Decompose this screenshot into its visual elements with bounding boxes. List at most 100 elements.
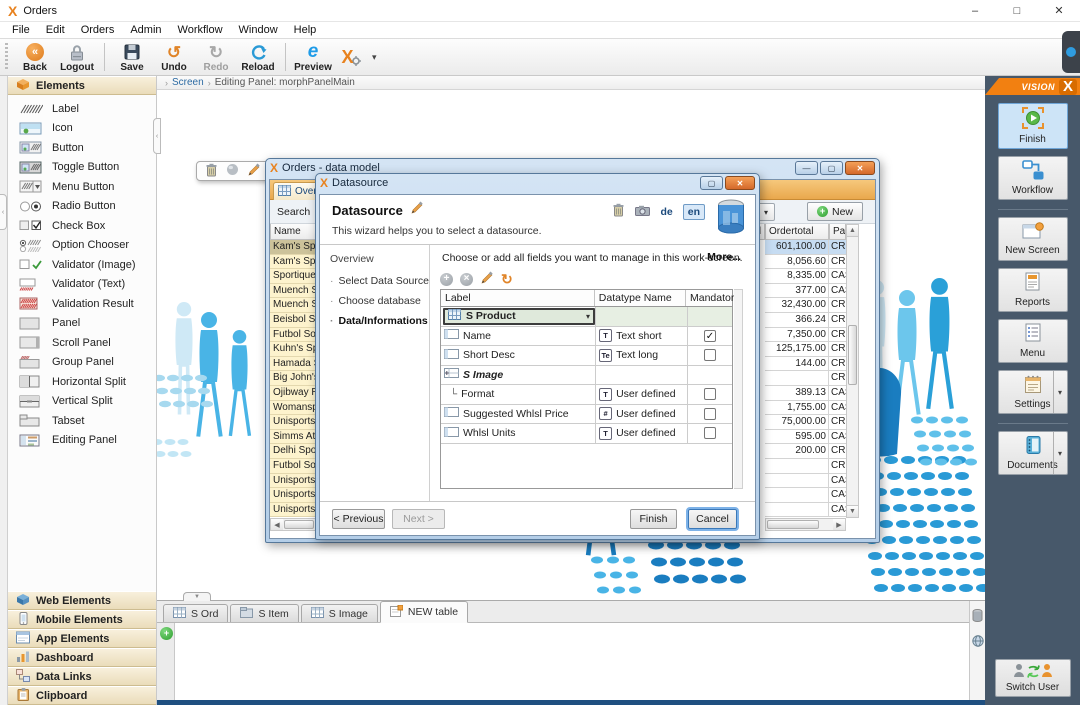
cancel-button[interactable]: Cancel bbox=[688, 509, 737, 529]
wizard-step-select-data-source[interactable]: ·Select Data Source bbox=[330, 275, 429, 287]
order-row[interactable]: 200.00 CRE bbox=[765, 444, 846, 459]
palette-item-scroll-panel[interactable]: Scroll Panel bbox=[8, 333, 156, 353]
lang-de-button[interactable]: de bbox=[660, 206, 672, 218]
minimize-button[interactable]: — bbox=[795, 161, 818, 175]
documents-button[interactable]: Documents ▾ bbox=[998, 431, 1068, 475]
palette-item-icon[interactable]: Icon bbox=[8, 119, 156, 139]
visionx-float-handle[interactable] bbox=[1062, 31, 1080, 73]
name-cell[interactable]: Unisports bbox=[270, 474, 319, 489]
section-web-elements[interactable]: Web Elements bbox=[8, 591, 156, 610]
close-button[interactable]: ✕ bbox=[1038, 0, 1080, 21]
visionx-menu-button[interactable]: X bbox=[334, 39, 368, 75]
palette-item-tabset[interactable]: Tabset bbox=[8, 411, 156, 431]
sphere-icon[interactable] bbox=[226, 163, 239, 179]
section-app-elements[interactable]: App Elements bbox=[8, 629, 156, 648]
scroll-down-icon[interactable]: ▼ bbox=[847, 505, 858, 517]
field-row[interactable]: Name TText short ✓ bbox=[441, 327, 732, 347]
name-cell[interactable]: Muench Sp bbox=[270, 298, 319, 313]
menu-workflow[interactable]: Workflow bbox=[170, 23, 231, 37]
tab-new-table[interactable]: NEW table bbox=[380, 601, 468, 623]
finish-button[interactable]: Finish bbox=[998, 103, 1068, 149]
globe-icon[interactable] bbox=[972, 635, 984, 650]
field-row-subtable[interactable]: S Image bbox=[441, 366, 732, 386]
remove-field-icon[interactable]: × bbox=[460, 273, 473, 286]
order-row[interactable]: CRE bbox=[765, 459, 846, 474]
close-button[interactable]: ✕ bbox=[845, 161, 875, 175]
name-cell[interactable]: Beisbol Si! bbox=[270, 313, 319, 328]
collapse-panel-icon[interactable]: ▼ bbox=[183, 592, 211, 601]
mandatory-checkbox[interactable] bbox=[704, 408, 716, 420]
palette-item-menu-button[interactable]: Menu Button bbox=[8, 177, 156, 197]
maximize-button[interactable]: ▢ bbox=[820, 161, 843, 175]
name-cell[interactable]: Unisports bbox=[270, 415, 319, 430]
switch-user-button[interactable]: Switch User bbox=[995, 659, 1071, 697]
menu-file[interactable]: File bbox=[4, 23, 38, 37]
collapse-sidebar-icon[interactable]: ‹ bbox=[153, 118, 161, 154]
minimize-button[interactable]: – bbox=[954, 0, 996, 21]
palette-item-validator-text-[interactable]: Validator (Text) bbox=[8, 275, 156, 295]
name-cell[interactable]: Futbol Son bbox=[270, 459, 319, 474]
name-cell[interactable]: Womanspo bbox=[270, 401, 319, 416]
elements-header[interactable]: Elements bbox=[8, 76, 156, 95]
save-button[interactable]: Save bbox=[111, 39, 153, 75]
scroll-up-icon[interactable]: ▲ bbox=[847, 225, 858, 237]
section-clipboard[interactable]: Clipboard bbox=[8, 686, 156, 705]
palette-item-vertical-split[interactable]: Vertical Split bbox=[8, 392, 156, 412]
mandatory-checkbox[interactable] bbox=[704, 388, 716, 400]
new-screen-button[interactable]: New Screen bbox=[998, 217, 1068, 261]
pencil-icon[interactable] bbox=[247, 163, 261, 180]
refresh-icon[interactable]: ↻ bbox=[501, 272, 513, 286]
name-cell[interactable]: Sportique bbox=[270, 269, 319, 284]
preview-button[interactable]: e Preview bbox=[292, 39, 334, 75]
field-row[interactable]: Whlsl Units TUser defined bbox=[441, 424, 732, 444]
name-cell[interactable]: Ojibway Re bbox=[270, 386, 319, 401]
column-header-name[interactable]: Name bbox=[270, 224, 319, 240]
orders-hscrollbar[interactable]: ▶ bbox=[765, 518, 846, 531]
undo-button[interactable]: ↺ Undo bbox=[153, 39, 195, 75]
fields-table-scrollbar[interactable] bbox=[734, 289, 743, 489]
chevron-down-icon[interactable]: ▾ bbox=[372, 52, 377, 63]
chevron-down-icon[interactable]: ▾ bbox=[1053, 371, 1067, 413]
column-header-payment[interactable]: Pa bbox=[829, 224, 846, 240]
name-cell[interactable]: Hamada Sp bbox=[270, 357, 319, 372]
palette-item-label[interactable]: Label bbox=[8, 99, 156, 119]
wizard-step-choose-database[interactable]: ·Choose database bbox=[330, 295, 429, 307]
order-row[interactable]: CAS bbox=[765, 488, 846, 503]
field-row[interactable]: Short Desc TeText long bbox=[441, 346, 732, 366]
collapse-left-icon[interactable]: ‹ bbox=[0, 194, 7, 230]
previous-button[interactable]: < Previous bbox=[332, 509, 385, 529]
menu-button[interactable]: Menu bbox=[998, 319, 1068, 363]
reports-button[interactable]: Reports bbox=[998, 268, 1068, 312]
order-row[interactable]: 75,000.00 CRE bbox=[765, 415, 846, 430]
back-button[interactable]: « Back bbox=[14, 39, 56, 75]
order-row[interactable]: 32,430.00 CRE bbox=[765, 298, 846, 313]
section-data-links[interactable]: Data Links bbox=[8, 667, 156, 686]
name-cell[interactable]: Kam's Spor bbox=[270, 255, 319, 270]
order-row[interactable]: 7,350.00 CRE bbox=[765, 328, 846, 343]
order-row[interactable]: CRE bbox=[765, 371, 846, 386]
tab-s-item[interactable]: S Item bbox=[230, 604, 298, 622]
column-header-ordertotal[interactable]: Ordertotal bbox=[765, 224, 829, 240]
order-row[interactable]: 1,755.00 CAS bbox=[765, 401, 846, 416]
restore-button[interactable]: ▢ bbox=[700, 176, 723, 190]
settings-button[interactable]: Settings ▾ bbox=[998, 370, 1068, 414]
order-row[interactable]: 377.00 CAS bbox=[765, 284, 846, 299]
menu-admin[interactable]: Admin bbox=[122, 23, 169, 37]
palette-item-validation-result[interactable]: Validation Result bbox=[8, 294, 156, 314]
palette-item-radio-button[interactable]: Radio Button bbox=[8, 197, 156, 217]
next-button[interactable]: Next > bbox=[392, 509, 445, 529]
maximize-button[interactable]: □ bbox=[996, 0, 1038, 21]
order-row[interactable]: 595.00 CAS bbox=[765, 430, 846, 445]
palette-item-option-chooser[interactable]: Option Chooser bbox=[8, 236, 156, 256]
mandatory-checkbox[interactable] bbox=[704, 427, 716, 439]
palette-item-check-box[interactable]: Check Box bbox=[8, 216, 156, 236]
scroll-left-icon[interactable]: ◀ bbox=[271, 519, 283, 530]
order-row[interactable]: 125,175.00 CRE bbox=[765, 342, 846, 357]
field-row[interactable]: └Format TUser defined bbox=[441, 385, 732, 405]
vertical-scrollbar[interactable]: ▲ ▼ bbox=[846, 224, 859, 518]
name-cell[interactable]: Unisports bbox=[270, 488, 319, 503]
wizard-step-data-informations[interactable]: ·Data/Informations bbox=[330, 315, 429, 327]
datasource-titlebar[interactable]: X Datasource ▢ ✕ bbox=[316, 174, 759, 192]
palette-item-validator-image-[interactable]: Validator (Image) bbox=[8, 255, 156, 275]
order-row[interactable]: CAS bbox=[765, 474, 846, 489]
